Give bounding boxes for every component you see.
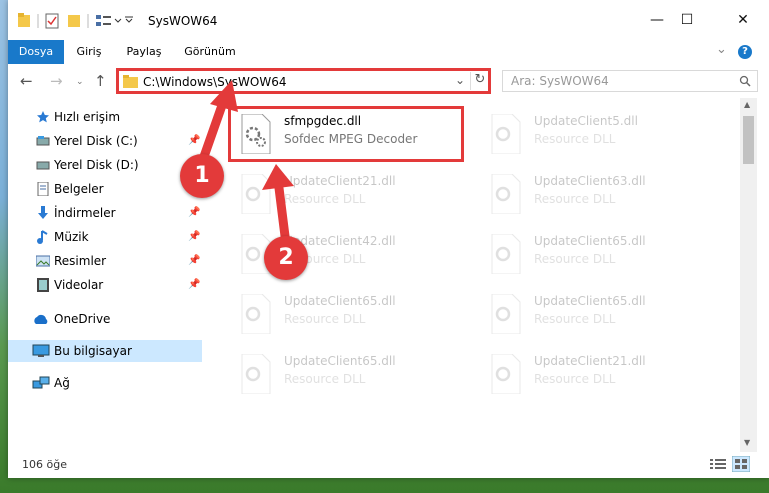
step-2-badge: 2 xyxy=(264,236,308,280)
step-1-badge: 1 xyxy=(180,154,224,198)
annotation-arrows xyxy=(195,80,294,249)
arrow-2 xyxy=(262,164,294,249)
